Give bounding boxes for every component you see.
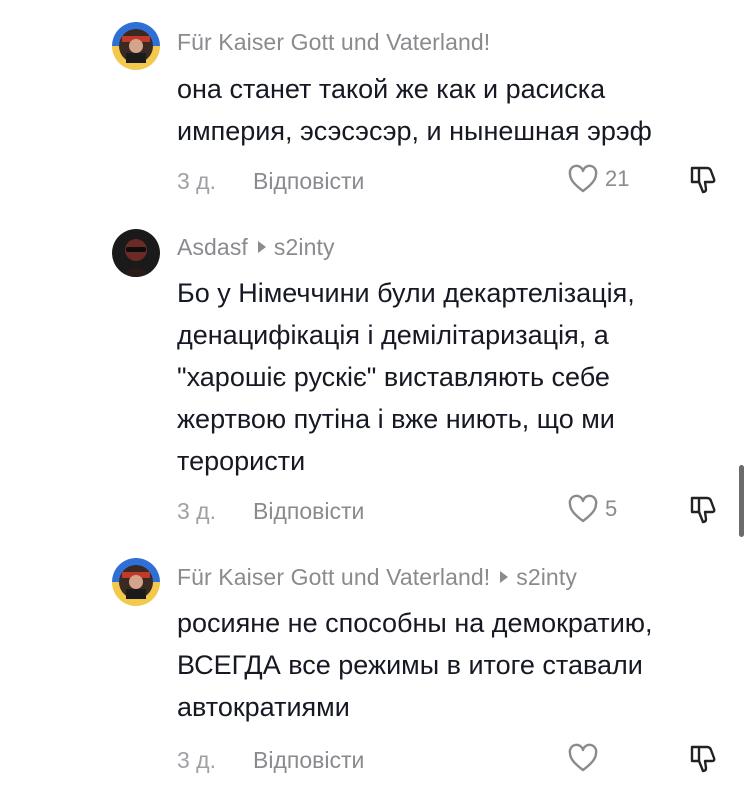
avatar-image	[112, 22, 160, 70]
comment-text: росияне не способны на демократию, ВСЕГД…	[177, 602, 722, 728]
thumbs-down-icon	[690, 496, 716, 524]
play-triangle-icon	[257, 241, 266, 253]
reply-to-name[interactable]: s2inty	[516, 564, 577, 591]
comment-line: Бо у Німеччини були декартелізація,	[177, 278, 635, 308]
author-name[interactable]: Asdasf	[177, 234, 248, 261]
play-triangle-icon	[500, 571, 509, 583]
dislike-button[interactable]	[687, 163, 721, 202]
author-name[interactable]: Für Kaiser Gott und Vaterland!	[177, 29, 490, 56]
avatar[interactable]	[112, 22, 160, 70]
comment-line: империя, эсэсэсэр, и нынешная эрэф	[177, 116, 652, 146]
comment-header: Für Kaiser Gott und Vaterland! s2inty	[177, 563, 577, 591]
comment-text: Бо у Німеччини були декартелізація, дена…	[177, 272, 722, 482]
comments-list: Für Kaiser Gott und Vaterland! она стане…	[0, 0, 750, 792]
comment-line: "харошіє рускіє" виставляють себе	[177, 362, 610, 392]
comment-actions: 3 д. Відповісти 21	[177, 164, 722, 196]
comment-actions: 3 д. Відповісти 5	[177, 494, 722, 526]
thumbs-down-icon	[690, 166, 716, 194]
avatar[interactable]	[112, 229, 160, 277]
comment-line: автократиями	[177, 692, 350, 722]
like-count: 21	[605, 166, 630, 191]
comment-line: росияне не способны на демократию,	[177, 608, 653, 638]
reply-to-name[interactable]: s2inty	[274, 234, 335, 261]
comment-line: жертвою путіна і вже ниють, що ми	[177, 404, 615, 434]
comment-actions: 3 д. Відповісти	[177, 743, 722, 775]
avatar[interactable]	[112, 558, 160, 606]
like-button[interactable]	[567, 743, 605, 773]
comment-line: денацифікація і демілітаризація, а	[177, 320, 609, 350]
like-button[interactable]: 5	[567, 494, 617, 524]
reply-button[interactable]: Відповісти	[253, 166, 364, 196]
timestamp: 3 д.	[177, 498, 216, 524]
dislike-button[interactable]	[687, 742, 721, 781]
comment-line: она станет такой же как и расиска	[177, 74, 606, 104]
comment-text: она станет такой же как и расиска импери…	[177, 68, 722, 152]
comment-header: Für Kaiser Gott und Vaterland!	[177, 28, 490, 56]
reply-button[interactable]: Відповісти	[253, 496, 364, 526]
thumbs-down-icon	[690, 745, 716, 773]
avatar-image	[112, 229, 160, 277]
heart-outline-icon	[568, 164, 598, 193]
scrollbar[interactable]	[739, 465, 744, 537]
comment-header: Asdasf s2inty	[177, 233, 335, 261]
reply-button[interactable]: Відповісти	[253, 745, 364, 775]
heart-outline-icon	[568, 494, 598, 523]
avatar-image	[112, 558, 160, 606]
timestamp: 3 д.	[177, 747, 216, 773]
author-name[interactable]: Für Kaiser Gott und Vaterland!	[177, 564, 490, 591]
comment-line: терористи	[177, 446, 306, 476]
comment-line: ВСЕГДА все режимы в итоге ставали	[177, 650, 643, 680]
heart-outline-icon	[568, 743, 598, 772]
like-count: 5	[605, 496, 618, 521]
dislike-button[interactable]	[687, 493, 721, 532]
timestamp: 3 д.	[177, 168, 216, 194]
like-button[interactable]: 21	[567, 164, 629, 194]
